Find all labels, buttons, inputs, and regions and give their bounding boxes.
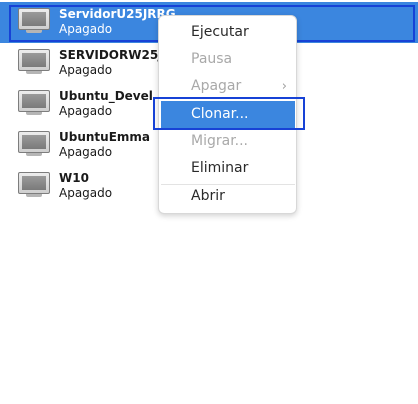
vm-name: W10 [59, 171, 89, 185]
vm-status: Apagado [59, 63, 113, 77]
vm-name: Ubuntu_Devel [59, 89, 153, 103]
vm-status: Apagado [59, 22, 113, 36]
vm-status: Apagado [59, 104, 113, 118]
vm-name: SERVIDORW25JF [59, 48, 171, 62]
monitor-icon [18, 8, 50, 36]
menu-item-ejecutar[interactable]: Ejecutar [161, 19, 295, 46]
menu-item-pausa: Pausa [191, 51, 233, 67]
menu-item-clonar[interactable]: Clonar... [161, 101, 295, 128]
vm-status: Apagado [59, 186, 113, 200]
menu-item-apagar-label: Apagar [191, 78, 242, 94]
context-menu: Ejecutar Pausa Apagar › Clonar... Migrar… [158, 15, 297, 214]
monitor-icon [18, 49, 50, 77]
monitor-icon [18, 172, 50, 200]
menu-item-apagar: Apagar › [161, 73, 295, 100]
menu-item-abrir[interactable]: Abrir [161, 183, 295, 210]
menu-item-eliminar[interactable]: Eliminar [161, 155, 295, 182]
menu-item-migrar: Migrar... [191, 133, 249, 149]
vm-name: UbuntuEmma [59, 130, 151, 144]
chevron-right-icon: › [281, 79, 287, 94]
monitor-icon [18, 90, 50, 118]
vm-status: Apagado [59, 145, 113, 159]
monitor-icon [18, 131, 50, 159]
